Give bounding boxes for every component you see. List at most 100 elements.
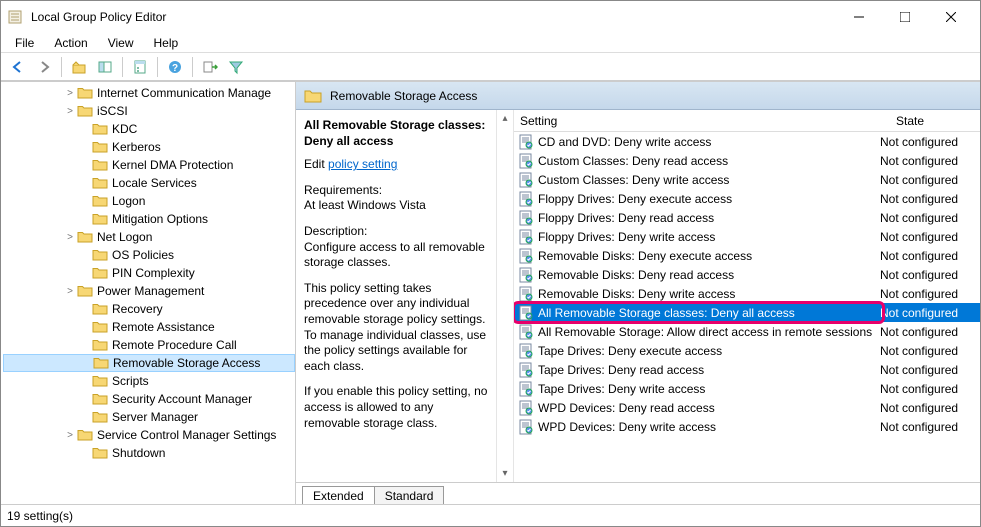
scroll-down-icon[interactable]: ▾ [502, 468, 507, 479]
policy-row[interactable]: Custom Classes: Deny write accessNot con… [514, 170, 980, 189]
folder-icon [92, 392, 108, 406]
maximize-button[interactable] [882, 2, 928, 32]
folder-icon [92, 446, 108, 460]
tree-item-label: Server Manager [112, 410, 198, 424]
policy-row[interactable]: Floppy Drives: Deny read accessNot confi… [514, 208, 980, 227]
content-header: Removable Storage Access [296, 82, 980, 110]
tree-item[interactable]: Logon [3, 192, 295, 210]
toolbar: ? [1, 53, 980, 81]
tree-item[interactable]: Recovery [3, 300, 295, 318]
export-button[interactable] [199, 56, 221, 78]
folder-icon [92, 194, 108, 208]
tree-item[interactable]: Remote Procedure Call [3, 336, 295, 354]
tree-item[interactable]: > Power Management [3, 282, 295, 300]
col-header-setting[interactable]: Setting [514, 114, 890, 128]
requirements: Requirements:At least Windows Vista [304, 183, 488, 214]
tree-item[interactable]: Shutdown [3, 444, 295, 462]
policy-icon [518, 248, 534, 264]
policy-name: Removable Disks: Deny read access [538, 268, 880, 282]
folder-icon [77, 284, 93, 298]
policy-row[interactable]: WPD Devices: Deny read accessNot configu… [514, 398, 980, 417]
menu-action[interactable]: Action [46, 34, 95, 52]
scroll-up-icon[interactable]: ▴ [502, 113, 507, 124]
forward-button[interactable] [33, 56, 55, 78]
tree-item[interactable]: KDC [3, 120, 295, 138]
tree-item[interactable]: >Internet Communication Manage [3, 84, 295, 102]
tree-item[interactable]: >Net Logon [3, 228, 295, 246]
tree-item[interactable]: Kernel DMA Protection [3, 156, 295, 174]
tab-standard[interactable]: Standard [374, 486, 445, 504]
menu-file[interactable]: File [7, 34, 42, 52]
policy-row[interactable]: Floppy Drives: Deny execute accessNot co… [514, 189, 980, 208]
tree-item[interactable]: Kerberos [3, 138, 295, 156]
folder-icon [77, 230, 93, 244]
description-pane: All Removable Storage classes: Deny all … [296, 110, 496, 482]
policy-row[interactable]: Removable Disks: Deny execute accessNot … [514, 246, 980, 265]
req-label: Requirements: [304, 183, 382, 197]
list-header: Setting State [514, 110, 980, 132]
up-button[interactable] [68, 56, 90, 78]
policy-name: Removable Disks: Deny write access [538, 287, 880, 301]
expand-arrow-icon[interactable]: > [63, 286, 77, 297]
tree-item[interactable]: Server Manager [3, 408, 295, 426]
tree-item[interactable]: Security Account Manager [3, 390, 295, 408]
col-header-state[interactable]: State [890, 114, 980, 128]
policy-row[interactable]: WPD Devices: Deny write accessNot config… [514, 417, 980, 436]
properties-button[interactable] [129, 56, 151, 78]
body: >Internet Communication Manage>iSCSIKDCK… [1, 81, 980, 504]
policy-row[interactable]: Tape Drives: Deny read accessNot configu… [514, 360, 980, 379]
policy-icon [518, 229, 534, 245]
policy-row[interactable]: Removable Disks: Deny write accessNot co… [514, 284, 980, 303]
policy-row[interactable]: Tape Drives: Deny execute accessNot conf… [514, 341, 980, 360]
policy-row[interactable]: All Removable Storage classes: Deny all … [514, 303, 980, 322]
policy-state: Not configured [880, 401, 980, 415]
policy-name: Floppy Drives: Deny read access [538, 211, 880, 225]
show-hide-tree-button[interactable] [94, 56, 116, 78]
policy-row[interactable]: All Removable Storage: Allow direct acce… [514, 322, 980, 341]
tree-item-label: Service Control Manager Settings [97, 428, 276, 442]
expand-arrow-icon[interactable]: > [63, 106, 77, 117]
policy-icon [518, 305, 534, 321]
menu-help[interactable]: Help [146, 34, 187, 52]
filter-button[interactable] [225, 56, 247, 78]
tree-item[interactable]: PIN Complexity [3, 264, 295, 282]
folder-icon [92, 320, 108, 334]
expand-arrow-icon[interactable]: > [63, 232, 77, 243]
policy-row[interactable]: CD and DVD: Deny write accessNot configu… [514, 132, 980, 151]
list-rows: CD and DVD: Deny write accessNot configu… [514, 132, 980, 482]
back-button[interactable] [7, 56, 29, 78]
help-button[interactable]: ? [164, 56, 186, 78]
policy-icon [518, 324, 534, 340]
tree-item[interactable]: Mitigation Options [3, 210, 295, 228]
tree-item[interactable]: OS Policies [3, 246, 295, 264]
folder-icon [304, 88, 322, 104]
toolbar-separator [61, 57, 62, 77]
tree-item-label: OS Policies [112, 248, 174, 262]
tree-item-label: Power Management [97, 284, 204, 298]
desc-label: Description: [304, 224, 367, 238]
policy-setting-link[interactable]: policy setting [328, 157, 397, 171]
tree-item[interactable]: > Service Control Manager Settings [3, 426, 295, 444]
tree-pane[interactable]: >Internet Communication Manage>iSCSIKDCK… [1, 82, 296, 504]
policy-state: Not configured [880, 173, 980, 187]
description-block: Description:Configure access to all remo… [304, 224, 488, 271]
inner-scrollbar[interactable]: ▴ ▾ [496, 110, 514, 482]
menu-view[interactable]: View [100, 34, 142, 52]
tree-item[interactable]: Locale Services [3, 174, 295, 192]
tree-item-label: PIN Complexity [112, 266, 195, 280]
right-pane: Removable Storage Access All Removable S… [296, 82, 980, 504]
tab-extended[interactable]: Extended [302, 486, 375, 504]
policy-row[interactable]: Floppy Drives: Deny write accessNot conf… [514, 227, 980, 246]
view-tabs: Extended Standard [296, 482, 980, 504]
expand-arrow-icon[interactable]: > [63, 88, 77, 99]
tree-item[interactable]: Scripts [3, 372, 295, 390]
tree-item[interactable]: Remote Assistance [3, 318, 295, 336]
close-button[interactable] [928, 2, 974, 32]
policy-row[interactable]: Removable Disks: Deny read accessNot con… [514, 265, 980, 284]
tree-item[interactable]: >iSCSI [3, 102, 295, 120]
policy-row[interactable]: Tape Drives: Deny write accessNot config… [514, 379, 980, 398]
minimize-button[interactable] [836, 2, 882, 32]
tree-item[interactable]: Removable Storage Access [3, 354, 295, 372]
expand-arrow-icon[interactable]: > [63, 430, 77, 441]
policy-row[interactable]: Custom Classes: Deny read accessNot conf… [514, 151, 980, 170]
